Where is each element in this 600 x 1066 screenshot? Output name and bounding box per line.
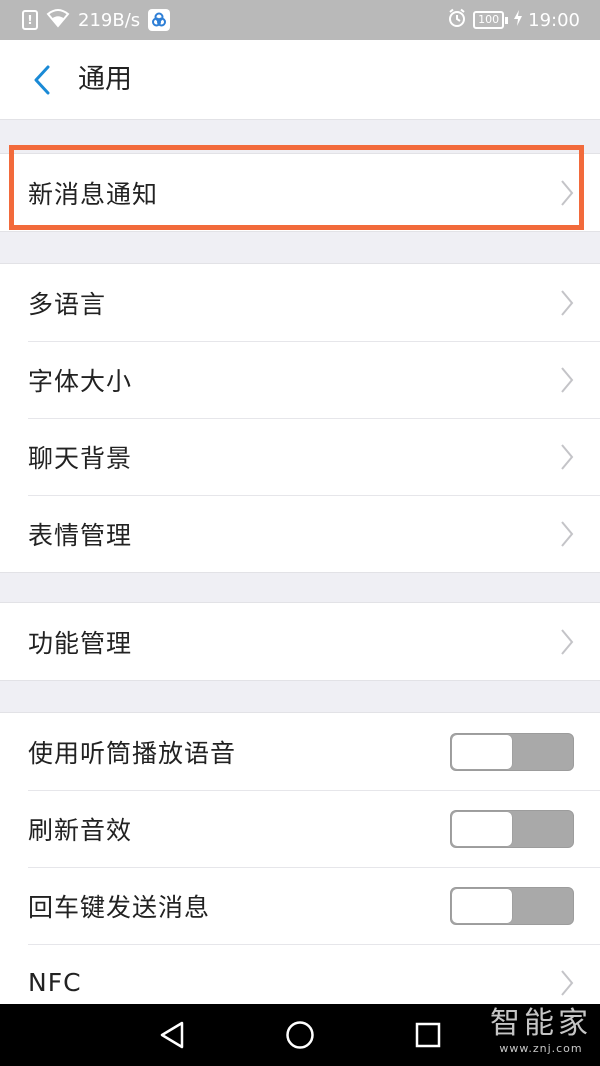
row-label: 使用听筒播放语音 bbox=[28, 738, 237, 768]
toggle-settings-group: 使用听筒播放语音 刷新音效 回车键发送消息 NFC bbox=[0, 712, 600, 1021]
page-title: 通用 bbox=[78, 64, 132, 95]
network-speed: 219B/s bbox=[78, 9, 141, 31]
row-label: 刷新音效 bbox=[28, 815, 133, 845]
row-label: 多语言 bbox=[28, 289, 107, 319]
row-label: 新消息通知 bbox=[28, 179, 159, 209]
status-bar: ! 219B/s 100 19:00 bbox=[0, 0, 600, 40]
toggle-knob bbox=[452, 734, 512, 769]
battery-tip bbox=[505, 16, 509, 24]
charging-icon bbox=[514, 9, 523, 31]
back-triangle-icon bbox=[160, 1021, 184, 1049]
chevron-left-icon bbox=[34, 65, 50, 95]
wifi-icon bbox=[46, 8, 70, 33]
row-label: 聊天背景 bbox=[28, 443, 133, 473]
chevron-right-icon bbox=[561, 520, 574, 547]
toggle-knob bbox=[452, 811, 512, 846]
watermark: 智能家 www.znj.com bbox=[490, 1006, 592, 1056]
features-group: 功能管理 bbox=[0, 602, 600, 681]
toggle-knob bbox=[452, 888, 512, 923]
refresh-sound-toggle[interactable] bbox=[450, 809, 574, 848]
app-notification-icon bbox=[148, 9, 171, 31]
back-button[interactable] bbox=[22, 60, 62, 100]
setting-row-earpiece-playback: 使用听筒播放语音 bbox=[0, 713, 600, 790]
nav-home-button[interactable] bbox=[280, 1015, 320, 1055]
enter-to-send-toggle[interactable] bbox=[450, 886, 574, 925]
setting-row-language[interactable]: 多语言 bbox=[0, 264, 600, 341]
setting-row-new-message-notification[interactable]: 新消息通知 bbox=[0, 154, 600, 231]
row-label: 字体大小 bbox=[28, 366, 133, 396]
display-settings-group: 多语言 字体大小 聊天背景 表情管理 bbox=[0, 263, 600, 573]
chevron-right-icon bbox=[561, 179, 574, 206]
nav-recents-button[interactable] bbox=[408, 1015, 448, 1055]
notifications-group: 新消息通知 bbox=[0, 153, 600, 232]
setting-row-font-size[interactable]: 字体大小 bbox=[0, 341, 600, 418]
setting-row-sticker-management[interactable]: 表情管理 bbox=[0, 495, 600, 572]
battery-icon: 100 bbox=[473, 11, 505, 29]
setting-row-refresh-sound: 刷新音效 bbox=[0, 790, 600, 867]
home-circle-icon bbox=[286, 1021, 314, 1049]
setting-row-feature-management[interactable]: 功能管理 bbox=[0, 603, 600, 680]
setting-row-chat-background[interactable]: 聊天背景 bbox=[0, 418, 600, 495]
chevron-right-icon bbox=[561, 289, 574, 316]
app-header: 通用 bbox=[0, 40, 600, 120]
alarm-icon bbox=[447, 8, 467, 33]
clock-time: 19:00 bbox=[528, 9, 580, 31]
system-nav-bar: 智能家 www.znj.com bbox=[0, 1004, 600, 1066]
recents-square-icon bbox=[415, 1022, 441, 1048]
chevron-right-icon bbox=[561, 366, 574, 393]
nav-back-button[interactable] bbox=[152, 1015, 192, 1055]
chevron-right-icon bbox=[561, 443, 574, 470]
chevron-right-icon bbox=[561, 969, 574, 996]
row-label: 回车键发送消息 bbox=[28, 892, 211, 922]
chevron-right-icon bbox=[561, 628, 574, 655]
row-label: 表情管理 bbox=[28, 520, 133, 550]
status-bar-right: 100 19:00 bbox=[447, 0, 580, 40]
watermark-main: 智能家 bbox=[490, 1006, 592, 1041]
sim-alert-icon: ! bbox=[22, 10, 38, 30]
watermark-url: www.znj.com bbox=[499, 1042, 583, 1055]
status-bar-left: ! 219B/s bbox=[22, 0, 171, 40]
row-label: NFC bbox=[28, 968, 82, 997]
setting-row-enter-to-send: 回车键发送消息 bbox=[0, 867, 600, 944]
earpiece-playback-toggle[interactable] bbox=[450, 732, 574, 771]
row-label: 功能管理 bbox=[28, 628, 133, 658]
